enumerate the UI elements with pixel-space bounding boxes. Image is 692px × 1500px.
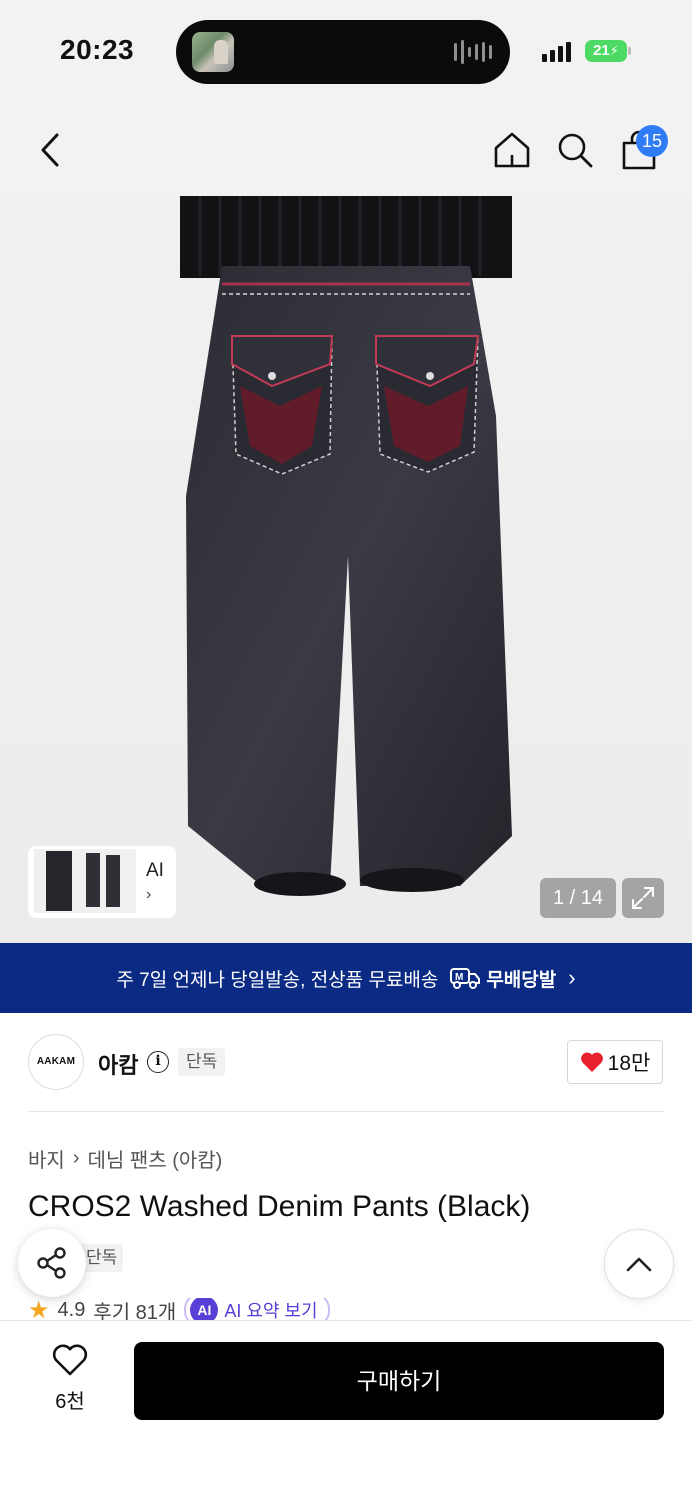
heart-outline-icon	[52, 1344, 88, 1376]
scroll-to-top-button[interactable]	[604, 1229, 674, 1299]
info-icon[interactable]: i	[147, 1051, 169, 1073]
breadcrumb-subcategory[interactable]: 데님 팬츠 (아캄)	[87, 1144, 222, 1173]
product-exclusive-badge: 단독	[80, 1244, 124, 1272]
brand-like-button[interactable]: 18만	[567, 1040, 663, 1084]
battery-indicator: 21⚡	[585, 40, 627, 62]
expand-button[interactable]	[622, 878, 664, 918]
ai-summary-button[interactable]: AI AI 요약 보기	[184, 1298, 330, 1322]
thumbnail-images	[34, 849, 136, 913]
star-icon: ★	[28, 1298, 50, 1322]
dynamic-island[interactable]	[176, 20, 510, 84]
svg-text:M: M	[455, 972, 463, 983]
rating-row[interactable]: ★ 4.9 후기 81개 AI AI 요약 보기	[28, 1298, 668, 1322]
breadcrumb: 바지 › 데님 팬츠 (아캄)	[28, 1144, 222, 1173]
review-count[interactable]: 후기 81개	[93, 1298, 176, 1323]
ai-summary-label: AI 요약 보기	[224, 1301, 318, 1321]
chevron-right-icon: ›	[146, 886, 152, 903]
breadcrumb-category[interactable]: 바지	[28, 1144, 65, 1173]
back-icon	[41, 133, 59, 167]
wishlist-button[interactable]: 6천	[40, 1344, 100, 1414]
product-photo	[180, 196, 512, 896]
search-icon	[558, 133, 593, 168]
home-button[interactable]	[490, 124, 534, 176]
truck-icon: M	[450, 968, 481, 989]
rating-value: 4.9	[57, 1298, 86, 1321]
banner-chevron-icon: ›	[568, 965, 576, 990]
breadcrumb-separator: ›	[72, 1147, 80, 1169]
expand-icon	[632, 887, 654, 909]
now-playing-thumbnail	[192, 32, 234, 72]
battery-level: 21	[593, 42, 610, 59]
brand-logo[interactable]: AAKAM	[28, 1034, 84, 1090]
search-button[interactable]	[553, 124, 597, 176]
product-image[interactable]	[0, 196, 692, 943]
exclusive-badge: 단독	[178, 1048, 226, 1076]
share-icon	[37, 1247, 66, 1279]
status-time: 20:23	[60, 34, 135, 65]
image-page-counter: 1 / 14	[540, 878, 616, 918]
delivery-banner[interactable]: 주 7일 언제나 당일발송, 전상품 무료배송 M 무배당발 ›	[0, 943, 692, 1013]
back-button[interactable]	[28, 124, 72, 176]
home-icon	[494, 132, 530, 168]
cart-count-badge: 15	[636, 125, 668, 157]
ai-label: AI	[146, 860, 164, 881]
audio-wave-icon	[454, 40, 492, 64]
brand-like-count: 18만	[607, 1052, 651, 1075]
banner-text: 주 7일 언제나 당일발송, 전상품 무료배송	[116, 969, 439, 991]
battery-tip	[628, 47, 631, 55]
buy-button[interactable]: 구매하기	[134, 1342, 664, 1420]
heart-icon	[580, 1052, 603, 1072]
banner-brand: 무배당발	[486, 969, 557, 991]
cellular-signal-icon	[542, 40, 571, 62]
brand-name[interactable]: 아캄	[98, 1048, 138, 1080]
wishlist-count: 6천	[55, 1391, 85, 1413]
divider	[28, 1111, 664, 1112]
chevron-up-icon	[626, 1257, 652, 1272]
ai-icon: AI	[190, 1298, 219, 1322]
product-title: CROS2 Washed Denim Pants (Black)	[28, 1190, 531, 1223]
share-button[interactable]	[18, 1229, 86, 1297]
